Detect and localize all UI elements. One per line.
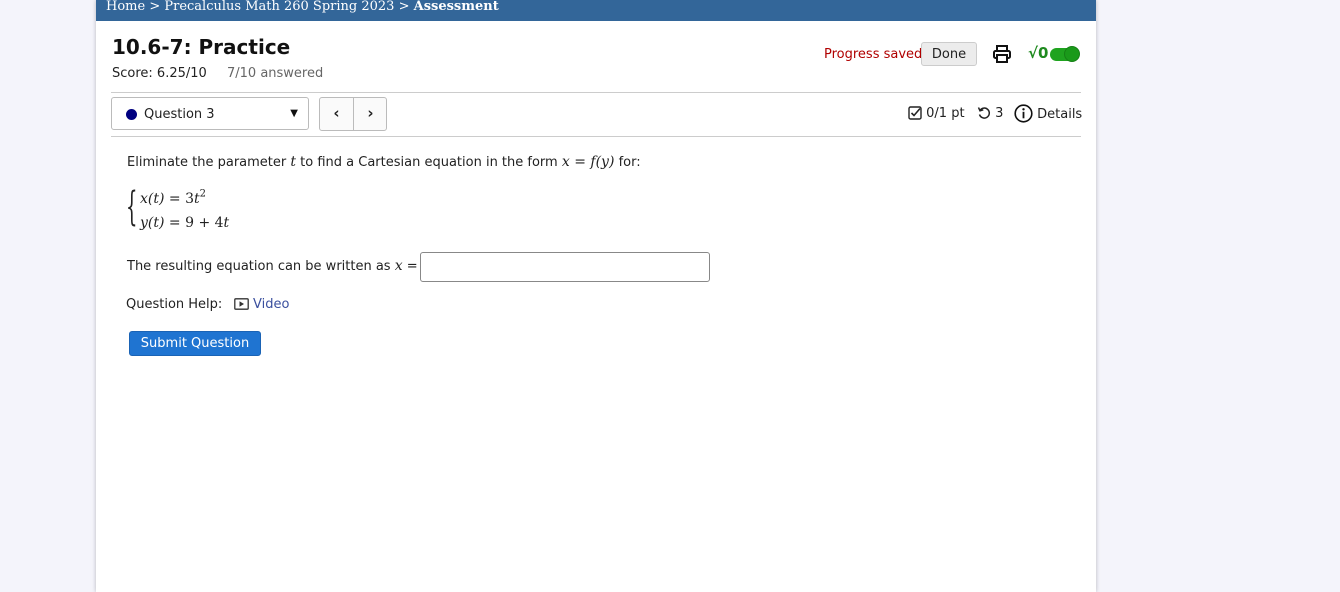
breadcrumb: Home > Precalculus Math 260 Spring 2023 … [96,0,1096,21]
retry-icon [977,107,991,119]
prompt-text: for: [614,155,641,170]
next-question-button[interactable]: › [354,98,387,130]
result-equals: = [402,259,418,274]
equation-x: x(t) = 3t2 [140,188,206,207]
eq-rhs: = 9 + 4 [164,215,224,231]
video-icon [234,298,249,310]
question-nav-group: ‹ › [319,97,387,131]
math-arg: (y) [595,154,615,170]
done-button[interactable]: Done [921,42,977,66]
breadcrumb-home-link[interactable]: Home [106,0,145,14]
prompt-text: Eliminate the parameter [127,155,291,170]
equation-y: y(t) = 9 + 4t [140,212,229,231]
toggle-switch[interactable] [1050,46,1080,62]
question-prompt: Eliminate the parameter t to find a Cart… [127,154,641,170]
question-select[interactable]: Question 3 ▼ [111,97,309,130]
prompt-text: to find a Cartesian equation in the form [296,155,562,170]
math-equals: = [569,154,591,170]
answered-count: 7/10 answered [227,66,324,81]
submit-question-button[interactable]: Submit Question [129,331,261,356]
breadcrumb-separator: > [145,0,165,14]
points-indicator: 0/1 pt [908,106,965,121]
breadcrumb-current: Assessment [413,0,499,14]
points-text: 0/1 pt [926,106,965,121]
left-brace: { [126,184,138,230]
video-help-link[interactable]: Video [234,297,289,312]
sqrt-icon: √0 [1028,44,1049,62]
page-title: 10.6-7: Practice [112,35,291,59]
tries-indicator: 3 [977,106,1003,121]
info-icon [1014,104,1033,123]
previous-question-button[interactable]: ‹ [320,98,354,130]
breadcrumb-separator: > [394,0,414,14]
assessment-page: Home > Precalculus Math 260 Spring 2023 … [96,0,1096,592]
result-text: The resulting equation can be written as [127,259,395,274]
result-label: The resulting equation can be written as… [127,258,418,274]
math-x: x [561,154,570,170]
question-select-label: Question 3 [144,107,215,122]
print-icon[interactable] [992,44,1012,64]
question-help-label: Question Help: [126,297,223,312]
score-text: Score: 6.25/10 [112,66,207,81]
eq-rhs: = 3 [164,191,194,207]
video-link-label: Video [253,297,290,312]
progress-status: Progress saved [824,47,923,62]
checkbox-icon [908,106,922,120]
toggle-knob [1064,46,1080,62]
answer-input[interactable] [420,252,710,282]
details-button[interactable]: Details [1014,104,1082,123]
details-label: Details [1037,107,1083,122]
breadcrumb-course-link[interactable]: Precalculus Math 260 Spring 2023 [164,0,394,14]
math-x: x [394,258,403,274]
question-status-dot [126,109,137,120]
eq-lhs: x(t) [140,191,165,207]
divider [111,92,1081,93]
eq-lhs: y(t) [140,215,165,231]
divider [111,136,1081,137]
eq-exponent: 2 [199,188,207,200]
tries-count: 3 [995,106,1004,121]
eq-var: t [223,215,230,231]
caret-down-icon: ▼ [290,108,298,119]
